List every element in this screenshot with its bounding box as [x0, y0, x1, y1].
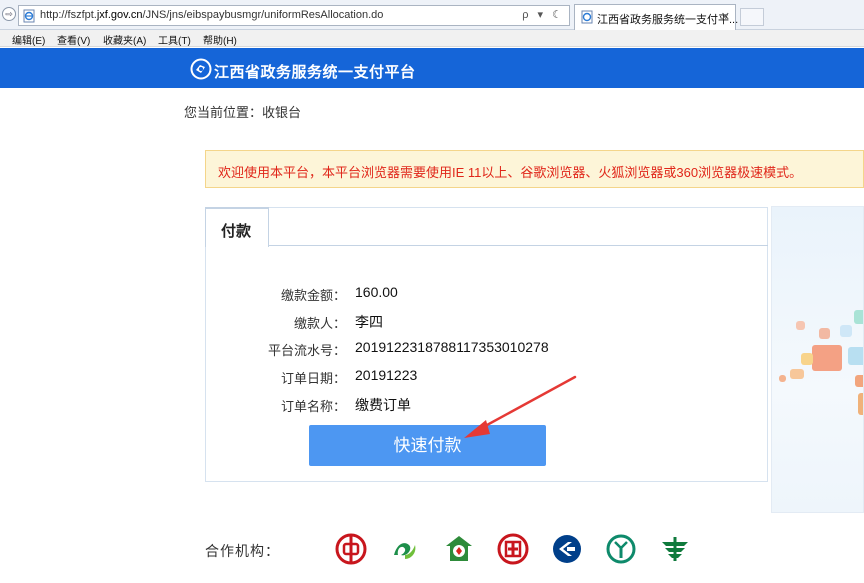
partners-label: 合作机构： [205, 543, 280, 559]
url-text: http://fszfpt.jxf.gov.cn/JNS/jns/eibspay… [40, 9, 384, 21]
side-banner-image [771, 206, 864, 513]
tab-divider [268, 245, 768, 246]
notice-text: 欢迎使用本平台，本平台浏览器需要使用IE 11以上、谷歌浏览器、火狐浏览器或36… [218, 165, 803, 180]
close-icon[interactable]: ✕ [721, 10, 730, 23]
search-refresh-icons[interactable]: ρ ▾ ☾ [522, 8, 565, 21]
site-title: 江西省政务服务统一支付平台 [214, 64, 416, 81]
ie-page-icon [581, 10, 593, 24]
menu-tools[interactable]: 工具(T) [158, 32, 191, 47]
amount-value: 160.00 [355, 284, 398, 300]
banner-tile [790, 369, 804, 379]
menu-favorites[interactable]: 收藏夹(A) [103, 32, 146, 47]
forward-arrow-icon: ⇨ [5, 9, 13, 19]
banner-tile [796, 321, 805, 330]
tab-payment-label: 付款 [221, 223, 252, 240]
banner-tile [855, 375, 863, 387]
site-header: 江西省政务服务统一支付平台 [0, 48, 864, 88]
banner-tile [812, 345, 842, 371]
serial-label: 平台流水号： [267, 343, 346, 358]
payment-panel: 付款 缴款金额： 160.00 缴款人： 李四 平台流水号： 201912231… [205, 207, 768, 482]
ie-page-icon [23, 9, 35, 23]
jiangxi-bank-icon [394, 543, 416, 559]
agricultural-credit-icon [446, 536, 472, 561]
ccb-icon [553, 535, 581, 563]
banner-tile [848, 347, 863, 365]
banner-tile [801, 353, 813, 365]
url-input[interactable]: http://fszfpt.jxf.gov.cn/JNS/jns/eibspay… [18, 5, 570, 26]
abc-icon [606, 534, 636, 564]
menu-bar: 编辑(E) 查看(V) 收藏夹(A) 工具(T) 帮助(H) [0, 30, 864, 47]
banner-tile [858, 393, 863, 415]
platform-logo-icon [190, 58, 212, 80]
browser-address-bar: ⇨ http://fszfpt.jxf.gov.cn/JNS/jns/eibsp… [0, 0, 864, 30]
breadcrumb: 您当前位置：收银台 [184, 105, 302, 120]
quick-pay-button[interactable]: 快速付款 [309, 425, 546, 466]
payer-label: 缴款人： [293, 316, 346, 331]
menu-help[interactable]: 帮助(H) [203, 32, 237, 47]
browser-tab[interactable]: 江西省政务服务统一支付平... ✕ [574, 4, 739, 30]
tab-title: 江西省政务服务统一支付平... [597, 14, 739, 26]
banner-tile [854, 310, 863, 324]
banner-tile [779, 375, 786, 382]
bank-of-china-icon [335, 533, 367, 565]
serial-value: 2019122318788117353010278 [355, 339, 549, 355]
payer-value: 李四 [355, 314, 383, 330]
tab-payment[interactable]: 付款 [205, 207, 269, 247]
postal-bank-icon [662, 537, 688, 561]
browser-notice: 欢迎使用本平台，本平台浏览器需要使用IE 11以上、谷歌浏览器、火狐浏览器或36… [205, 150, 864, 188]
amount-label: 缴款金额： [280, 288, 346, 303]
icbc-icon [497, 533, 529, 565]
banner-tile [840, 325, 852, 337]
order-name-value: 缴费订单 [355, 397, 411, 413]
order-date-value: 20191223 [355, 367, 418, 383]
forward-button[interactable]: ⇨ [2, 7, 16, 21]
menu-view[interactable]: 查看(V) [57, 32, 90, 47]
menu-edit[interactable]: 编辑(E) [12, 32, 45, 47]
order-name-label: 订单名称： [280, 399, 346, 414]
banner-tile [819, 328, 830, 339]
new-tab-button[interactable] [740, 8, 764, 26]
order-date-label: 订单日期： [280, 371, 346, 386]
